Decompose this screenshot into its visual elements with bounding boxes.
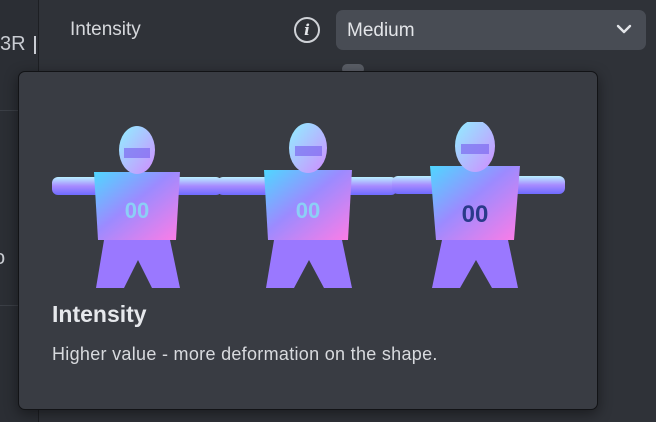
intensity-dropdown[interactable]: Medium [336, 10, 646, 50]
info-icon[interactable]: i [294, 17, 320, 43]
tooltip-title: Intensity [52, 301, 147, 327]
deformation-preview-image: 00 00 00 [52, 122, 565, 288]
intensity-label: Intensity [70, 19, 141, 40]
left-panel-cursor [34, 36, 36, 54]
tooltip-popover: 00 00 00 Intensity Higher value - more d… [18, 71, 598, 410]
intensity-dropdown-value: Medium [347, 20, 415, 41]
svg-text:00: 00 [296, 198, 320, 223]
tooltip-description: Higher value - more deformation on the s… [52, 344, 438, 364]
chevron-down-icon [616, 24, 632, 34]
svg-text:00: 00 [125, 198, 149, 223]
svg-text:00: 00 [462, 201, 489, 228]
left-panel-text-mid: o [0, 247, 5, 270]
left-panel-text-top: 3R [0, 33, 26, 55]
